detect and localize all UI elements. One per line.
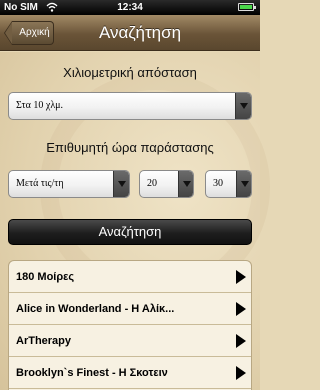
chevron-down-icon <box>178 171 193 197</box>
list-item-title: Alice in Wonderland - Η Αλίκ... <box>16 303 175 315</box>
chevron-down-icon <box>113 171 129 197</box>
chevron-down-icon <box>235 93 251 119</box>
list-item[interactable]: 180 Μοίρες <box>9 261 251 293</box>
clock: 12:34 <box>117 2 143 13</box>
hour-select-value: 20 <box>147 178 157 189</box>
chevron-right-icon <box>236 334 246 348</box>
navigation-bar: Αναζήτηση Αρχική <box>0 15 260 51</box>
list-item[interactable]: ArTherapy <box>9 325 251 357</box>
list-item[interactable]: Alice in Wonderland - Η Αλίκ... <box>9 293 251 325</box>
chevron-right-icon <box>236 270 246 284</box>
list-item-title: 180 Μοίρες <box>16 271 75 283</box>
time-mode-select-value: Μετά τις/τη <box>16 178 64 189</box>
search-button[interactable]: Αναζήτηση <box>8 219 252 245</box>
chevron-right-icon <box>236 302 246 316</box>
list-item-title: ArTherapy <box>16 335 72 347</box>
results-list: 180 Μοίρες Alice in Wonderland - Η Αλίκ.… <box>8 260 252 390</box>
list-item-title: Brooklyn`s Finest - Η Σκοτειν <box>16 367 168 379</box>
minute-select-value: 30 <box>213 178 223 189</box>
hour-select[interactable]: 20 <box>139 170 194 198</box>
time-mode-select[interactable]: Μετά τις/τη <box>8 170 130 198</box>
status-bar: No SIM 12:34 <box>0 0 260 15</box>
time-label: Επιθυμητή ώρα παράστασης <box>46 140 214 155</box>
list-item[interactable]: Brooklyn`s Finest - Η Σκοτειν <box>9 357 251 389</box>
distance-label: Χιλιομετρική απόσταση <box>63 65 197 80</box>
chevron-down-icon <box>236 171 251 197</box>
minute-select[interactable]: 30 <box>205 170 252 198</box>
battery-icon <box>238 3 256 11</box>
search-form: Χιλιομετρική απόσταση Στα 10 χλμ. Επιθυμ… <box>0 52 270 390</box>
back-button[interactable]: Αρχική <box>4 21 54 45</box>
chevron-right-icon <box>236 366 246 380</box>
distance-select[interactable]: Στα 10 χλμ. <box>8 92 252 120</box>
distance-select-value: Στα 10 χλμ. <box>16 100 64 111</box>
